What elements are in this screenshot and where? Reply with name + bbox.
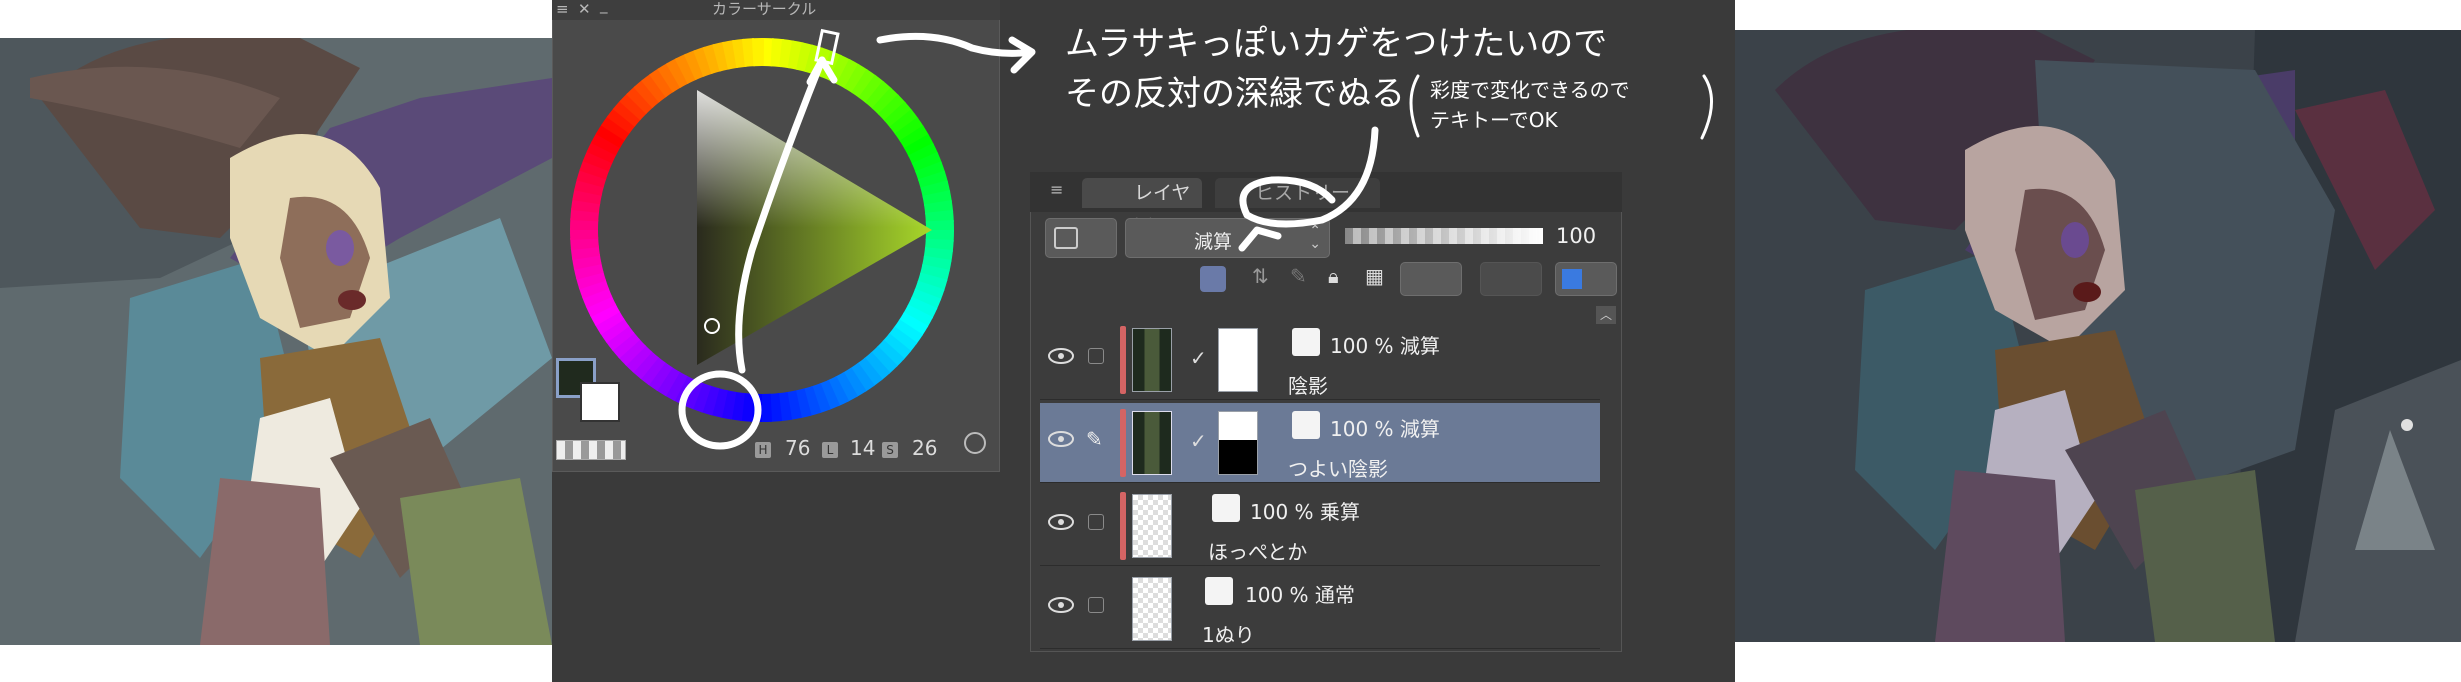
arrow-to-blend-mode — [1239, 126, 1379, 228]
arrow-to-text — [876, 32, 1036, 74]
paren-right — [1700, 74, 1714, 140]
line-from-hue — [735, 56, 826, 374]
arrowhead-up — [806, 56, 838, 86]
annotation-line-4: テキトーでOK — [1430, 108, 1558, 132]
paren-left — [1409, 74, 1420, 138]
annotation-line-3: 彩度で変化できるので — [1430, 78, 1630, 102]
illustration-after-art — [1735, 30, 2461, 642]
illustration-before-art — [0, 38, 552, 645]
annotation-line-2: その反対の深緑でぬる — [1065, 74, 1405, 114]
annotation-line-1: ムラサキっぽいカゲをつけたいので — [1065, 24, 1608, 64]
illustration-after — [1735, 30, 2461, 642]
circle-around-purple — [678, 370, 762, 450]
illustration-before — [0, 38, 552, 645]
arrowhead-down — [1238, 226, 1282, 252]
